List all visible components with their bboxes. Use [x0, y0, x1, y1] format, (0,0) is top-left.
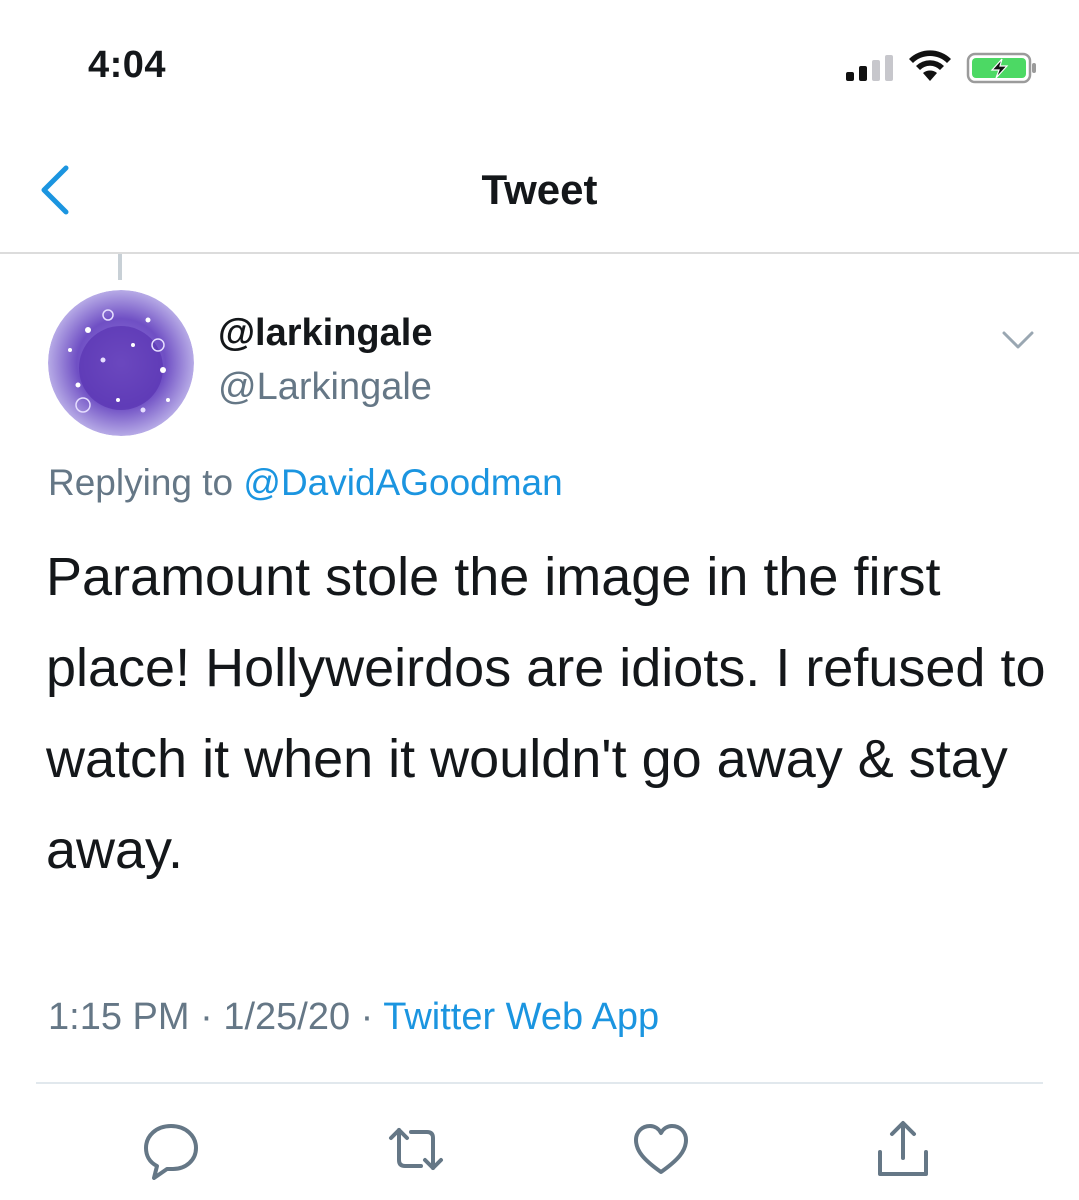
cellular-signal-icon [846, 55, 893, 81]
tweet-time: 1:15 PM [48, 996, 190, 1038]
reply-icon[interactable] [140, 1118, 202, 1180]
retweet-icon[interactable] [385, 1118, 447, 1180]
tweet-source[interactable]: Twitter Web App [383, 996, 659, 1038]
meta-separator: · [350, 996, 384, 1038]
meta-separator: · [189, 996, 224, 1038]
chevron-down-icon[interactable] [998, 325, 1038, 355]
avatar[interactable] [48, 290, 194, 436]
status-time: 4:04 [88, 44, 167, 86]
tweet-date: 1/25/20 [223, 996, 351, 1038]
author-display-name[interactable]: @larkingale [218, 312, 432, 355]
page-title: Tweet [481, 166, 598, 213]
replying-to-mention[interactable]: @DavidAGoodman [243, 462, 562, 503]
nav-divider [0, 252, 1079, 254]
like-icon[interactable] [630, 1118, 692, 1180]
tweet-text: Paramount stole the image in the first p… [46, 547, 1046, 880]
author-handle[interactable]: @Larkingale [218, 366, 432, 409]
share-icon[interactable] [872, 1118, 934, 1180]
wifi-icon [909, 50, 951, 81]
battery-charging-icon [966, 52, 1036, 84]
replying-to-label: Replying to [48, 462, 244, 503]
tweet-meta: 1:15 PM · 1/25/20 · Twitter Web App [48, 996, 659, 1039]
meta-divider [36, 1082, 1043, 1084]
replying-to-line: Replying to @DavidAGoodman [48, 462, 563, 504]
thread-connector-line [118, 254, 122, 280]
